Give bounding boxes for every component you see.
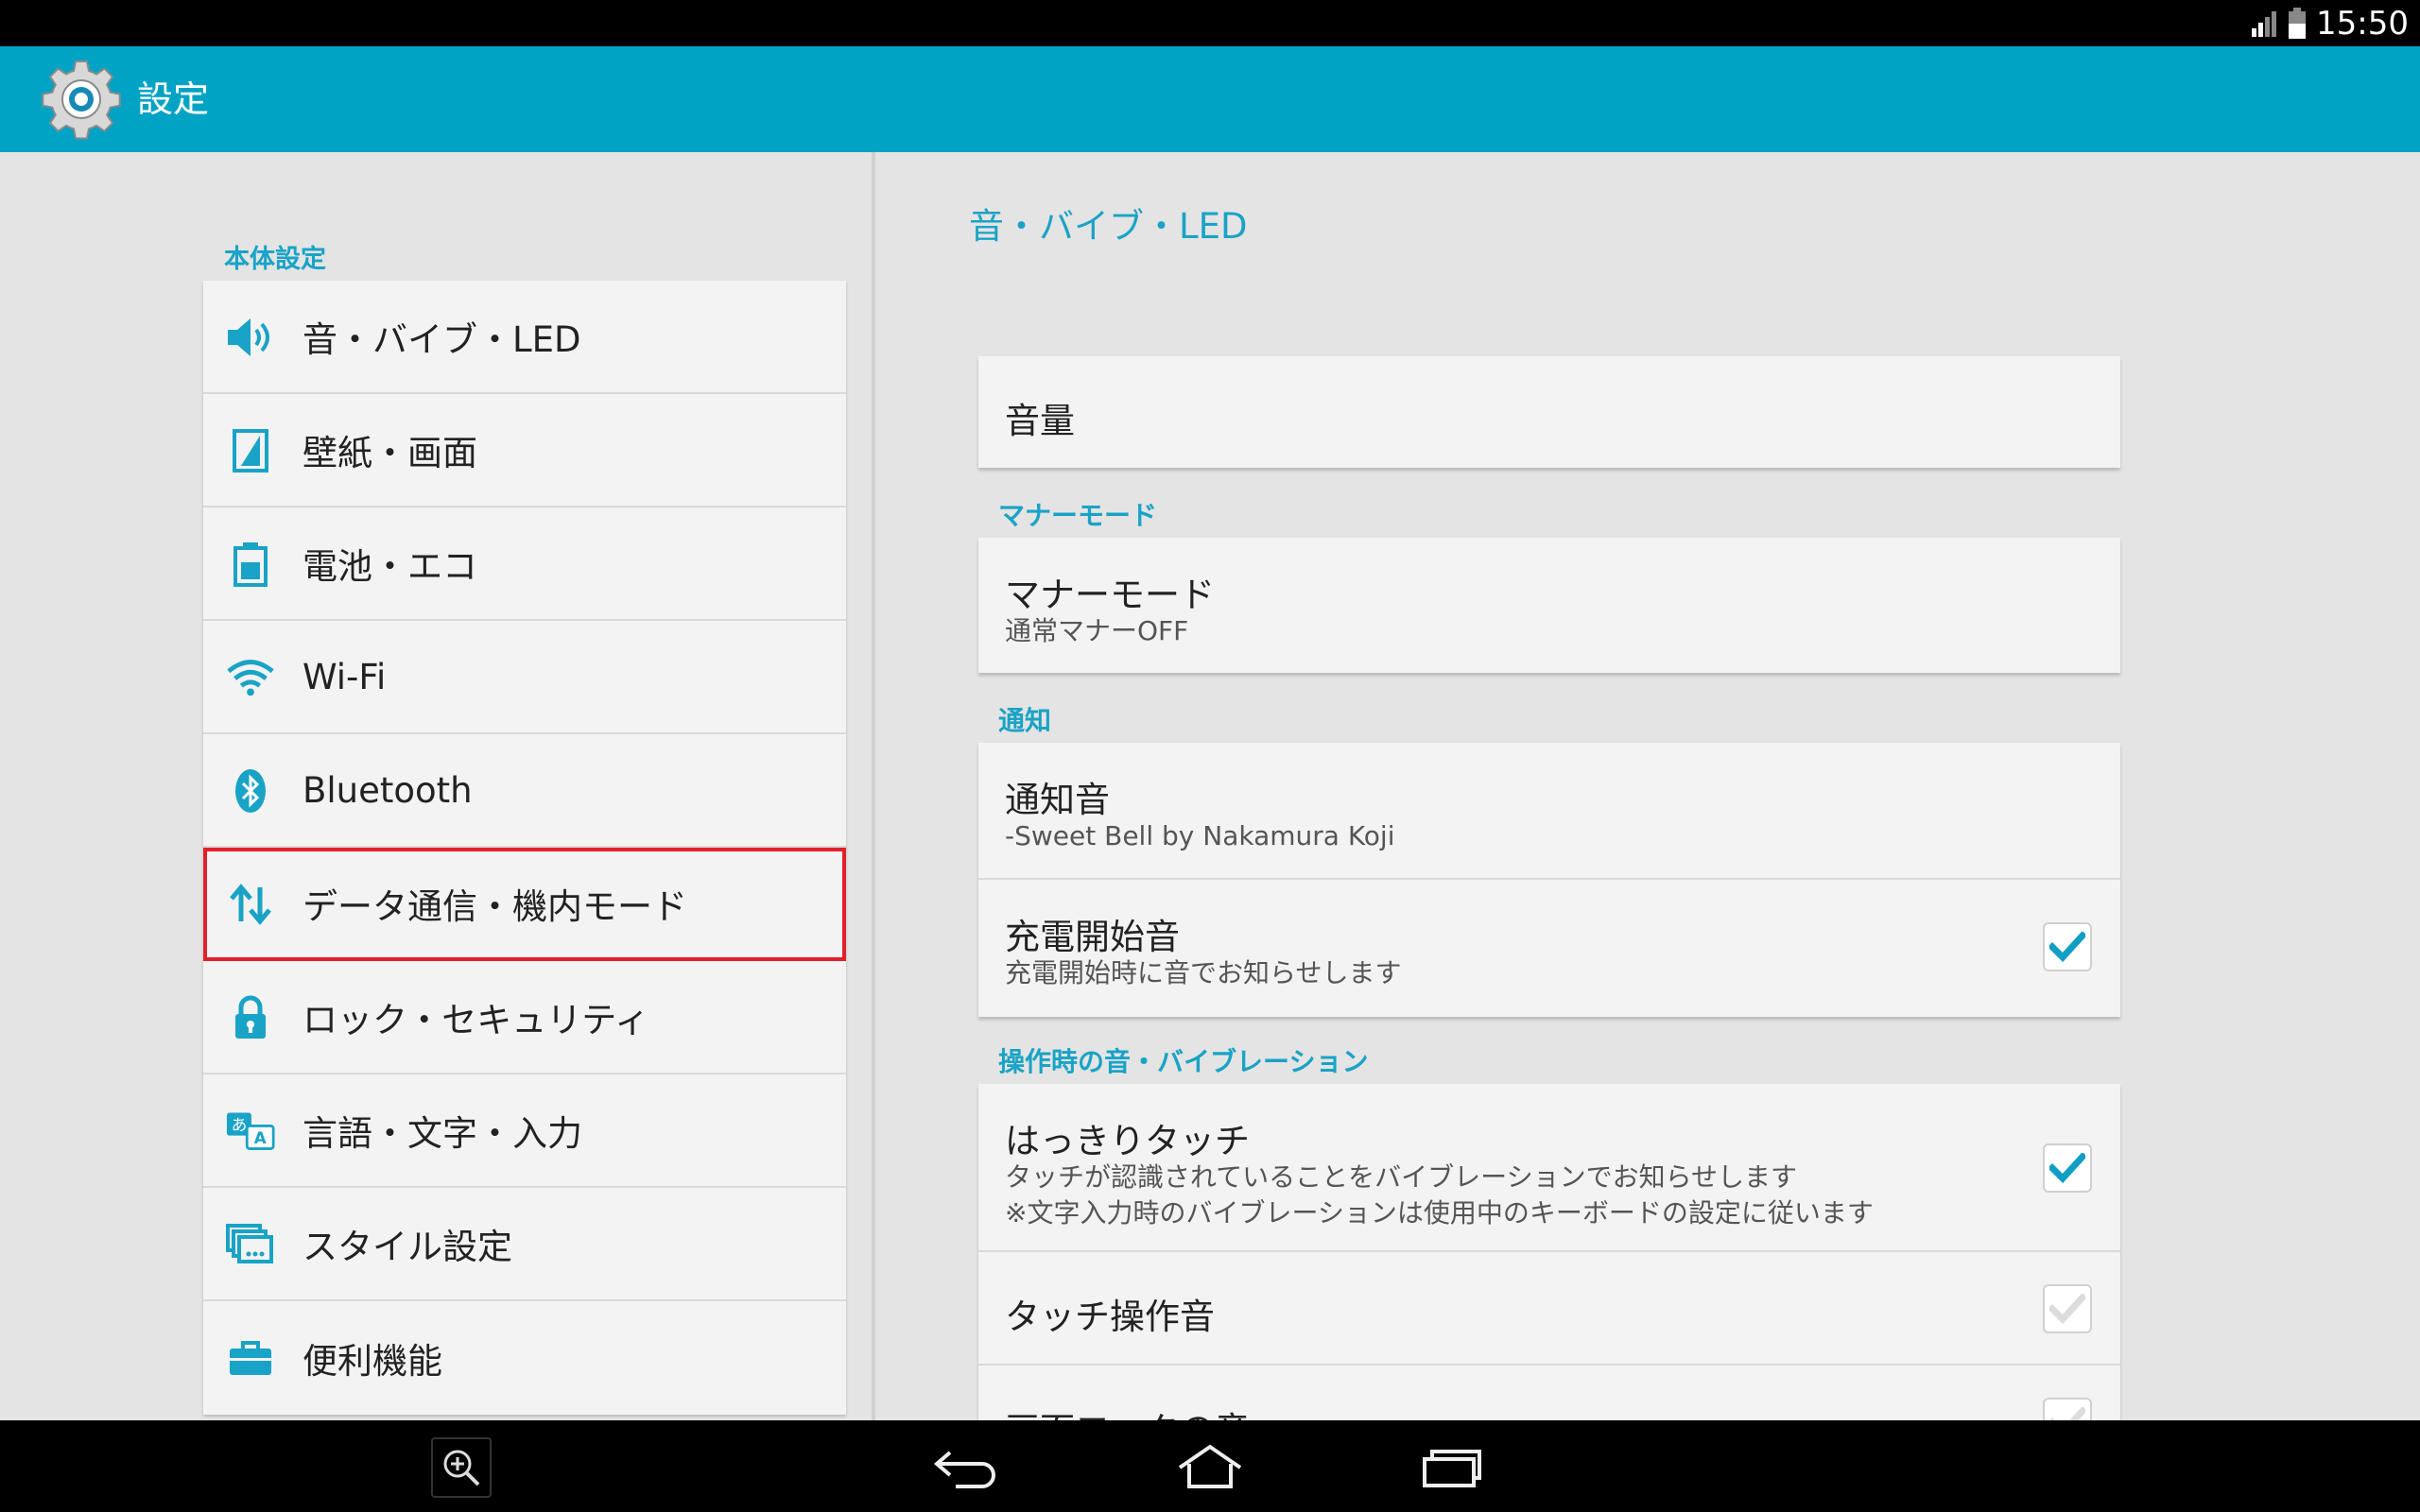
category-label: 電池・エコ	[302, 546, 477, 587]
back-icon	[933, 1451, 995, 1488]
wallpaper-icon	[226, 428, 275, 473]
category-label: 言語・文字・入力	[302, 1113, 582, 1154]
clear-touch-checkbox[interactable]	[2043, 1143, 2092, 1193]
volume-row[interactable]: 音量	[978, 356, 2120, 468]
category-label: 壁紙・画面	[302, 433, 477, 473]
category-label: 音・バイブ・LED	[302, 319, 581, 360]
category-manner-mode: マナーモード	[998, 500, 1158, 531]
clear-touch-row[interactable]: はっきりタッチ タッチが認識されていることをバイブレーションでお知らせします ※…	[978, 1084, 2120, 1252]
manner-card: マナーモード 通常マナーOFF	[978, 538, 2120, 673]
charge-sound-title: 充電開始音	[1005, 917, 1180, 957]
category-item-wallpaper[interactable]: 壁紙・画面	[203, 394, 846, 507]
charge-sound-checkbox[interactable]	[2043, 922, 2092, 971]
wifi-icon	[226, 655, 275, 700]
screen-lock-sound-title: 画面ロックの音	[1005, 1401, 1250, 1420]
clear-touch-summary-line2: ※文字入力時のバイブレーションは使用中のキーボードの設定に従います	[1005, 1197, 1874, 1228]
category-item-sound[interactable]: 音・バイブ・LED	[203, 281, 846, 394]
navigation-bar	[0, 1420, 2420, 1512]
category-label: 便利機能	[302, 1341, 442, 1382]
home-button[interactable]	[1172, 1434, 1248, 1500]
category-operation-feedback: 操作時の音・バイブレーション	[998, 1046, 1369, 1077]
category-item-language[interactable]: あ A 言語・文字・入力	[203, 1074, 846, 1188]
category-label: スタイル設定	[302, 1227, 512, 1267]
settings-category-list: 音・バイブ・LED 壁紙・画面 電池・エコ Wi-Fi Bluetooth デー…	[203, 281, 846, 1415]
manner-mode-title: マナーモード	[1005, 575, 1215, 615]
category-label: Bluetooth	[302, 769, 473, 811]
language-icon: あ A	[226, 1108, 275, 1154]
notification-sound-row[interactable]: 通知音 -Sweet Bell by Nakamura Koji	[978, 743, 2120, 880]
status-icons: 15:50	[2250, 0, 2409, 46]
manner-mode-row[interactable]: マナーモード 通常マナーOFF	[978, 538, 2120, 673]
check-icon	[2049, 1153, 2085, 1183]
touch-sound-title: タッチ操作音	[1005, 1297, 1215, 1337]
category-label: データ通信・機内モード	[302, 886, 687, 927]
zoom-in-icon	[443, 1450, 480, 1486]
back-button[interactable]	[926, 1434, 1002, 1500]
home-icon	[1178, 1444, 1242, 1488]
manner-mode-summary: 通常マナーOFF	[1005, 615, 1189, 646]
touch-sound-checkbox[interactable]	[2043, 1284, 2092, 1333]
touch-sound-row[interactable]: タッチ操作音	[978, 1252, 2120, 1366]
speaker-icon	[226, 315, 275, 360]
bluetooth-icon	[226, 768, 275, 814]
category-label: ロック・セキュリティ	[302, 1000, 650, 1040]
category-item-bluetooth[interactable]: Bluetooth	[203, 734, 846, 848]
app-title: 設定	[137, 78, 210, 120]
check-icon	[2049, 932, 2085, 962]
operation-card: はっきりタッチ タッチが認識されていることをバイブレーションでお知らせします ※…	[978, 1084, 2120, 1420]
status-bar: 15:50	[0, 0, 2420, 46]
category-item-wifi[interactable]: Wi-Fi	[203, 621, 846, 734]
category-label: Wi-Fi	[302, 656, 387, 697]
settings-gear-icon[interactable]	[40, 58, 123, 141]
charge-sound-row[interactable]: 充電開始音 充電開始時に音でお知らせします	[978, 880, 2120, 1017]
clock: 15:50	[2316, 4, 2409, 43]
category-item-style[interactable]: スタイル設定	[203, 1188, 846, 1301]
check-icon	[2049, 1294, 2085, 1324]
category-item-convenience[interactable]: 便利機能	[203, 1301, 846, 1415]
zoom-button[interactable]	[431, 1437, 492, 1498]
clear-touch-summary-line1: タッチが認識されていることをバイブレーションでお知らせします	[1005, 1161, 1798, 1193]
notification-card: 通知音 -Sweet Bell by Nakamura Koji 充電開始音 充…	[978, 743, 2120, 1017]
section-header-device: 本体設定	[224, 245, 326, 274]
recent-apps-icon	[1423, 1450, 1481, 1487]
recent-apps-button[interactable]	[1414, 1434, 1490, 1500]
svg-text:A: A	[254, 1128, 267, 1147]
category-item-data-airplane[interactable]: データ通信・機内モード	[203, 848, 846, 961]
data-transfer-icon	[226, 882, 275, 927]
battery-icon	[226, 541, 275, 587]
category-notification: 通知	[998, 705, 1052, 736]
page-title: 音・バイブ・LED	[969, 206, 1248, 247]
category-item-battery[interactable]: 電池・エコ	[203, 507, 846, 621]
lock-icon	[226, 995, 275, 1040]
toolbox-icon	[226, 1335, 275, 1381]
signal-icon	[2252, 10, 2277, 37]
action-bar: 設定	[0, 46, 2420, 152]
charge-sound-summary: 充電開始時に音でお知らせします	[1005, 957, 1402, 988]
check-icon	[2049, 1407, 2085, 1420]
clear-touch-title: はっきりタッチ	[1005, 1121, 1250, 1161]
notification-sound-summary: -Sweet Bell by Nakamura Koji	[1005, 820, 1395, 851]
screen-lock-sound-checkbox[interactable]	[2043, 1398, 2092, 1420]
battery-status-icon	[2289, 7, 2307, 39]
style-icon	[226, 1222, 275, 1267]
svg-text:あ: あ	[232, 1115, 248, 1134]
volume-title: 音量	[1005, 401, 1075, 441]
category-item-lock-security[interactable]: ロック・セキュリティ	[203, 961, 846, 1074]
settings-detail-pane: 音・バイブ・LED 音量 マナーモード マナーモード 通常マナーOFF 通知 通…	[875, 152, 2420, 1420]
volume-card: 音量	[978, 356, 2120, 468]
screen-lock-sound-row[interactable]: 画面ロックの音	[978, 1366, 2120, 1420]
notification-sound-title: 通知音	[1005, 780, 1110, 820]
